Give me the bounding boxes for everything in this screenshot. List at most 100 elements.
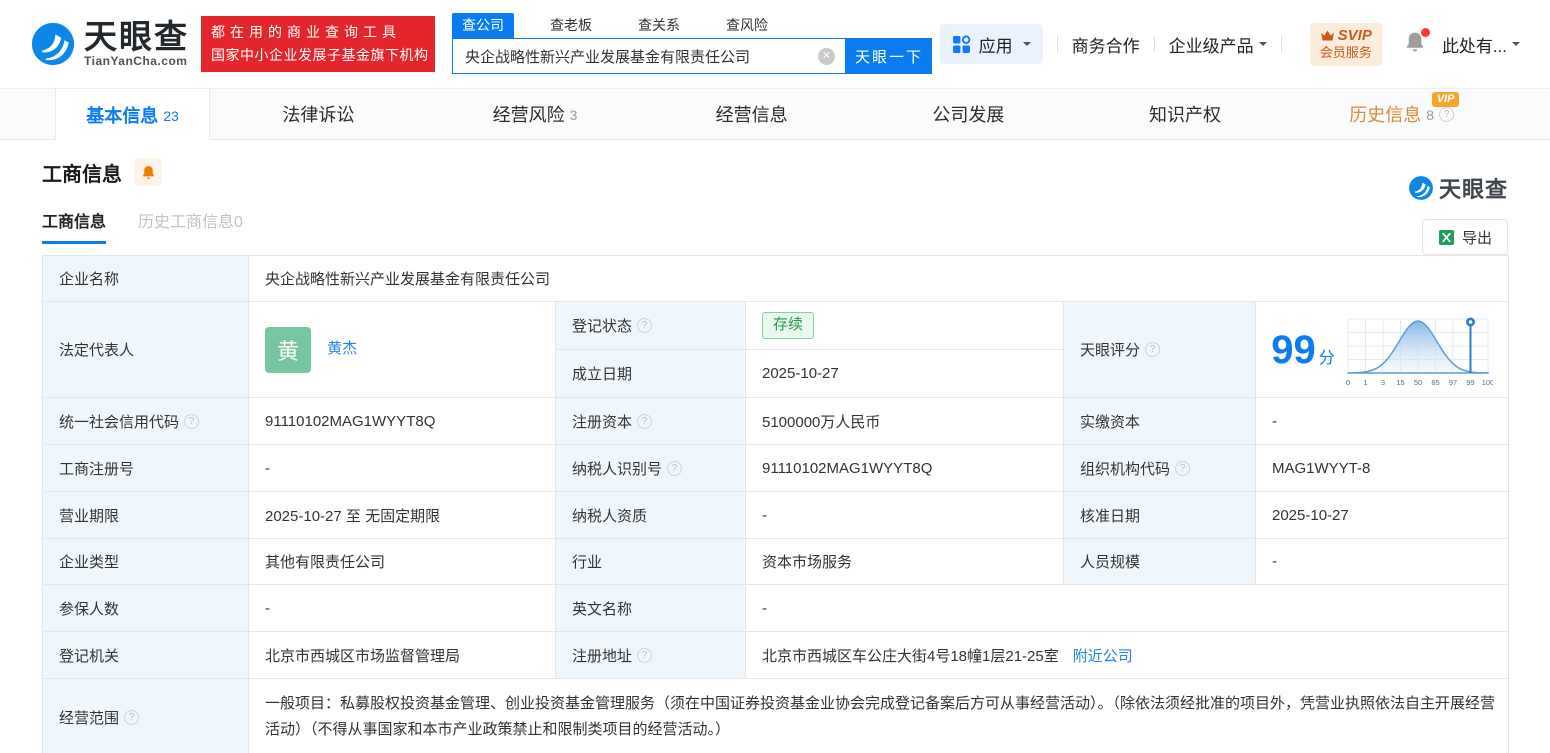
business-coop-link[interactable]: 商务合作 bbox=[1072, 32, 1140, 57]
legal-rep-link[interactable]: 黄杰 bbox=[327, 340, 357, 357]
search-input[interactable] bbox=[453, 47, 818, 65]
search-tab-risk[interactable]: 查风险 bbox=[716, 13, 778, 38]
reg-capital-value: 5100000万人民币 bbox=[745, 397, 1064, 445]
chevron-down-icon bbox=[1022, 42, 1031, 50]
subtab-business-registration[interactable]: 工商信息 bbox=[42, 208, 107, 244]
svg-text:1: 1 bbox=[1363, 378, 1367, 387]
tab-label: 经营信息 bbox=[715, 105, 788, 125]
help-icon[interactable] bbox=[667, 460, 683, 476]
company-name-value: 央企战略性新兴产业发展基金有限责任公司 bbox=[247, 255, 1510, 302]
help-icon[interactable] bbox=[637, 413, 653, 429]
monitor-bell-button[interactable] bbox=[134, 158, 162, 186]
business-term-value: 2025-10-27 至 无固定期限 bbox=[248, 491, 556, 539]
svg-text:50: 50 bbox=[1414, 378, 1422, 387]
table-row: 企业名称 央企战略性新兴产业发展基金有限责任公司 bbox=[42, 255, 1510, 302]
user-name: 此处有... bbox=[1441, 36, 1507, 56]
user-menu[interactable]: 此处有... bbox=[1442, 32, 1520, 57]
svg-text:15: 15 bbox=[1396, 378, 1404, 387]
search-tab-relation[interactable]: 查关系 bbox=[628, 13, 690, 38]
tab-basic-info[interactable]: 基本信息 23 bbox=[55, 89, 210, 140]
staff-size-value: - bbox=[1254, 538, 1510, 585]
approval-date-value: 2025-10-27 bbox=[1254, 491, 1510, 539]
field-label: 组织机构代码 bbox=[1063, 444, 1256, 492]
tab-intellectual-property[interactable]: 知识产权 bbox=[1077, 89, 1294, 139]
search-area: 查公司 查老板 查关系 查风险 ✕ 天眼一下 bbox=[452, 13, 932, 74]
export-button[interactable]: 导出 bbox=[1421, 219, 1508, 255]
reg-status-value: 存续 bbox=[745, 301, 1064, 350]
tab-label: 知识产权 bbox=[1149, 105, 1222, 125]
tianyancha-watermark: 天眼查 bbox=[1408, 172, 1508, 204]
svip-member-button[interactable]: SVIP 会员服务 bbox=[1309, 22, 1382, 66]
enterprise-product-link[interactable]: 企业级产品 bbox=[1169, 32, 1267, 57]
tab-label: 公司发展 bbox=[932, 105, 1005, 125]
field-label: 注册资本 bbox=[555, 397, 746, 445]
taxpayer-quality-value: - bbox=[745, 491, 1064, 539]
help-icon[interactable] bbox=[1439, 106, 1455, 122]
tab-company-development[interactable]: 公司发展 bbox=[860, 89, 1077, 139]
reg-number-value: - bbox=[248, 444, 556, 492]
field-label: 统一社会信用代码 bbox=[42, 397, 249, 445]
tianyancha-logo-icon bbox=[31, 22, 75, 66]
notification-bell-icon[interactable] bbox=[1404, 27, 1430, 58]
help-icon[interactable] bbox=[637, 318, 653, 333]
search-tab-company[interactable]: 查公司 bbox=[452, 13, 514, 38]
help-icon[interactable] bbox=[184, 413, 200, 429]
help-icon[interactable] bbox=[1175, 460, 1191, 476]
chevron-down-icon bbox=[1512, 42, 1520, 50]
apps-label: 应用 bbox=[978, 36, 1013, 56]
field-label: 人员规模 bbox=[1063, 538, 1256, 585]
field-label: 营业期限 bbox=[42, 491, 249, 539]
svg-text:100: 100 bbox=[1482, 378, 1493, 387]
field-label: 参保人数 bbox=[42, 584, 249, 632]
help-icon[interactable] bbox=[124, 709, 140, 725]
help-icon[interactable] bbox=[637, 647, 653, 663]
bell-icon bbox=[142, 165, 154, 179]
header-right: 应用 商务合作 企业级产品 SVIP 会员服务 此处有... bbox=[939, 22, 1520, 66]
excel-icon bbox=[1438, 229, 1455, 245]
table-row: 参保人数 - 英文名称 - bbox=[42, 584, 1510, 632]
svip-label: SVIP bbox=[1337, 26, 1372, 44]
table-row: 企业类型 其他有限责任公司 行业 资本市场服务 人员规模 - bbox=[42, 538, 1510, 585]
search-button[interactable]: 天眼一下 bbox=[846, 38, 932, 74]
divider bbox=[1280, 36, 1282, 52]
svg-text:3: 3 bbox=[1381, 378, 1385, 387]
tianyancha-logo[interactable]: 天眼查 TianYanCha.com bbox=[30, 20, 189, 68]
field-label: 实缴资本 bbox=[1063, 397, 1256, 445]
tab-label: 经营风险 bbox=[492, 105, 565, 125]
tab-label: 历史信息 bbox=[1349, 105, 1422, 125]
tianyancha-watermark-icon bbox=[1409, 176, 1433, 200]
field-label: 登记状态 bbox=[555, 301, 746, 350]
company-type-value: 其他有限责任公司 bbox=[248, 538, 556, 585]
clear-search-icon[interactable]: ✕ bbox=[818, 47, 835, 65]
chevron-down-icon bbox=[1258, 42, 1267, 50]
vip-badge: VIP bbox=[1431, 92, 1460, 107]
reg-address-value: 北京市西城区车公庄大街4号18幢1层21-25室 附近公司 bbox=[744, 631, 1510, 679]
subtab-history-registration[interactable]: 历史工商信息0 bbox=[138, 208, 243, 244]
field-label: 注册地址 bbox=[555, 631, 746, 679]
promo-line1: 都在用的商业查询工具 bbox=[211, 24, 401, 40]
score-unit: 分 bbox=[1318, 349, 1335, 367]
tab-history-info[interactable]: VIP 历史信息 8 bbox=[1293, 89, 1510, 139]
tab-label: 法律诉讼 bbox=[282, 105, 355, 125]
nearby-companies-link[interactable]: 附近公司 bbox=[1073, 648, 1133, 665]
logo-domain: TianYanCha.com bbox=[84, 54, 188, 68]
tab-legal-litigation[interactable]: 法律诉讼 bbox=[210, 89, 427, 139]
svg-text:0: 0 bbox=[1346, 378, 1350, 387]
table-row: 统一社会信用代码 91110102MAG1WYYT8Q 注册资本 5100000… bbox=[42, 397, 1510, 445]
divider bbox=[1153, 36, 1155, 52]
tab-business-info[interactable]: 经营信息 bbox=[643, 89, 860, 139]
tab-count: 23 bbox=[163, 107, 179, 124]
tab-operation-risk[interactable]: 经营风险 3 bbox=[427, 89, 644, 139]
search-tab-boss[interactable]: 查老板 bbox=[540, 13, 602, 38]
org-code-value: MAG1WYYT-8 bbox=[1254, 444, 1510, 492]
score-value: 99 bbox=[1271, 327, 1316, 372]
status-badge: 存续 bbox=[762, 312, 815, 339]
apps-menu-button[interactable]: 应用 bbox=[939, 24, 1043, 64]
svg-text:85: 85 bbox=[1431, 378, 1439, 387]
establish-date-value: 2025-10-27 bbox=[745, 349, 1064, 398]
help-icon[interactable] bbox=[1145, 342, 1161, 357]
tyc-score-cell: 99 分 0 1 3 15 50 85 97 99 100 bbox=[1254, 301, 1510, 398]
field-label: 经营范围 bbox=[42, 678, 249, 753]
enterprise-product-label: 企业级产品 bbox=[1168, 36, 1254, 56]
business-info-table: 企业名称 央企战略性新兴产业发展基金有限责任公司 法定代表人 黄 黄杰 登记状态… bbox=[42, 255, 1510, 753]
